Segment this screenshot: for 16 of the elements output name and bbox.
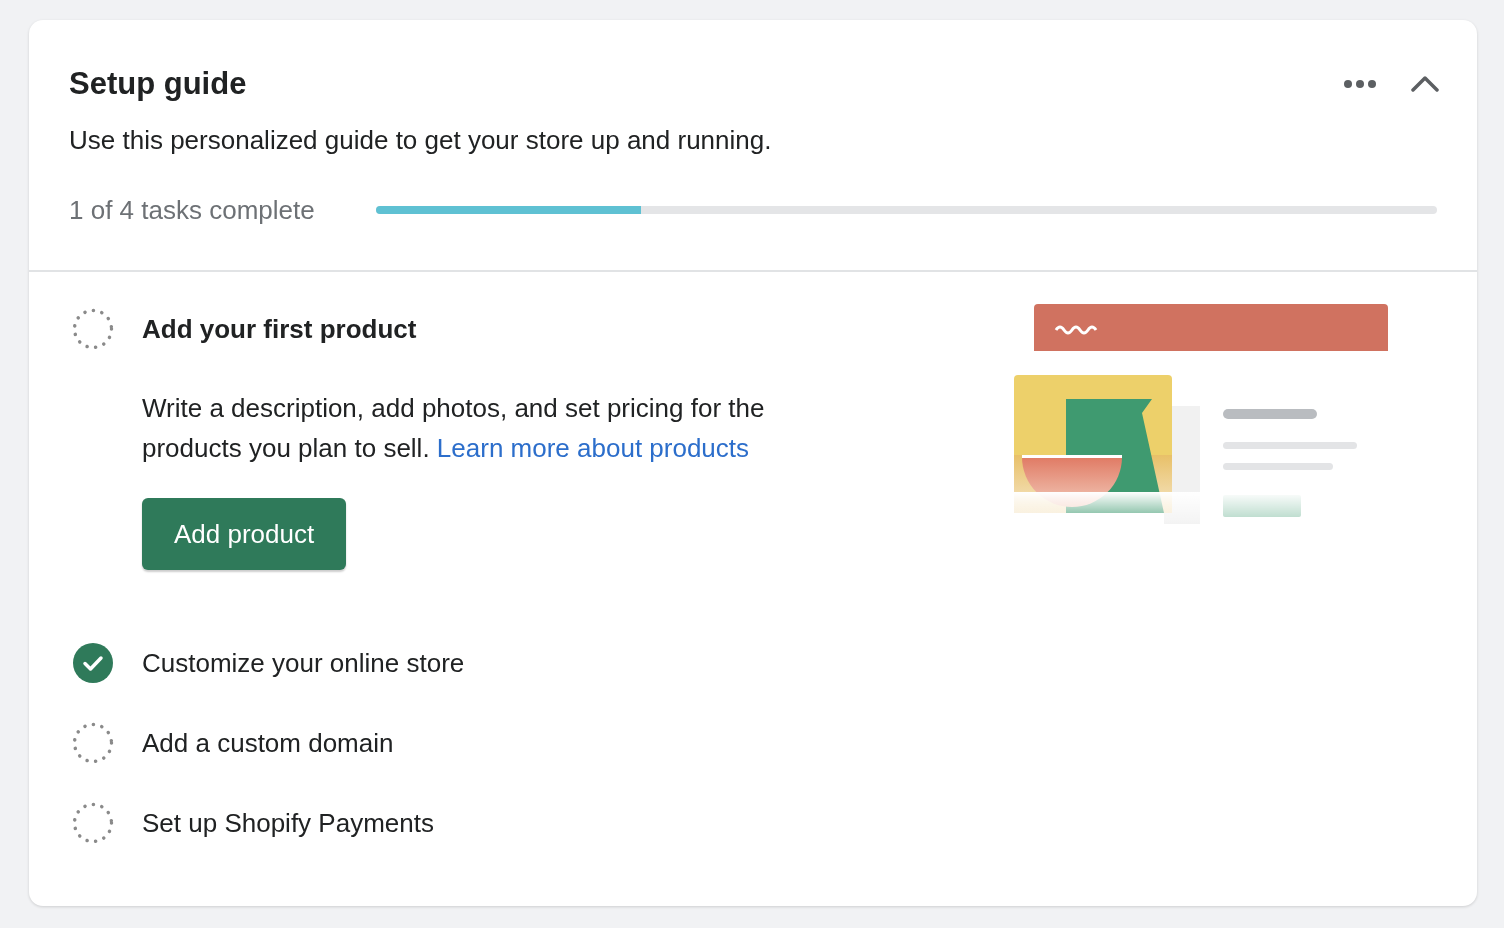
progress-label: 1 of 4 tasks complete xyxy=(69,194,316,227)
chevron-up-icon[interactable] xyxy=(1411,76,1439,92)
dashed-circle-icon[interactable] xyxy=(72,308,114,350)
task-title[interactable]: Add a custom domain xyxy=(142,725,394,761)
dashed-circle-icon[interactable] xyxy=(72,802,114,844)
more-options-icon[interactable] xyxy=(1343,79,1377,89)
task-title[interactable]: Customize your online store xyxy=(142,645,465,681)
card-title: Setup guide xyxy=(69,65,247,103)
card-subtitle: Use this personalized guide to get your store up and running. xyxy=(69,124,773,157)
checkmark-circle-icon[interactable] xyxy=(72,642,114,684)
task-title[interactable]: Add your first product xyxy=(142,311,417,347)
task-description: Write a description, add photos, and set pricing for the products you plan to sell. Learn more about products xyxy=(142,392,766,465)
dashed-circle-icon[interactable] xyxy=(72,722,114,764)
learn-more-link[interactable]: Learn more about products xyxy=(436,433,750,463)
task-title[interactable]: Set up Shopify Payments xyxy=(142,805,434,841)
add-product-button[interactable]: Add product xyxy=(142,498,347,570)
